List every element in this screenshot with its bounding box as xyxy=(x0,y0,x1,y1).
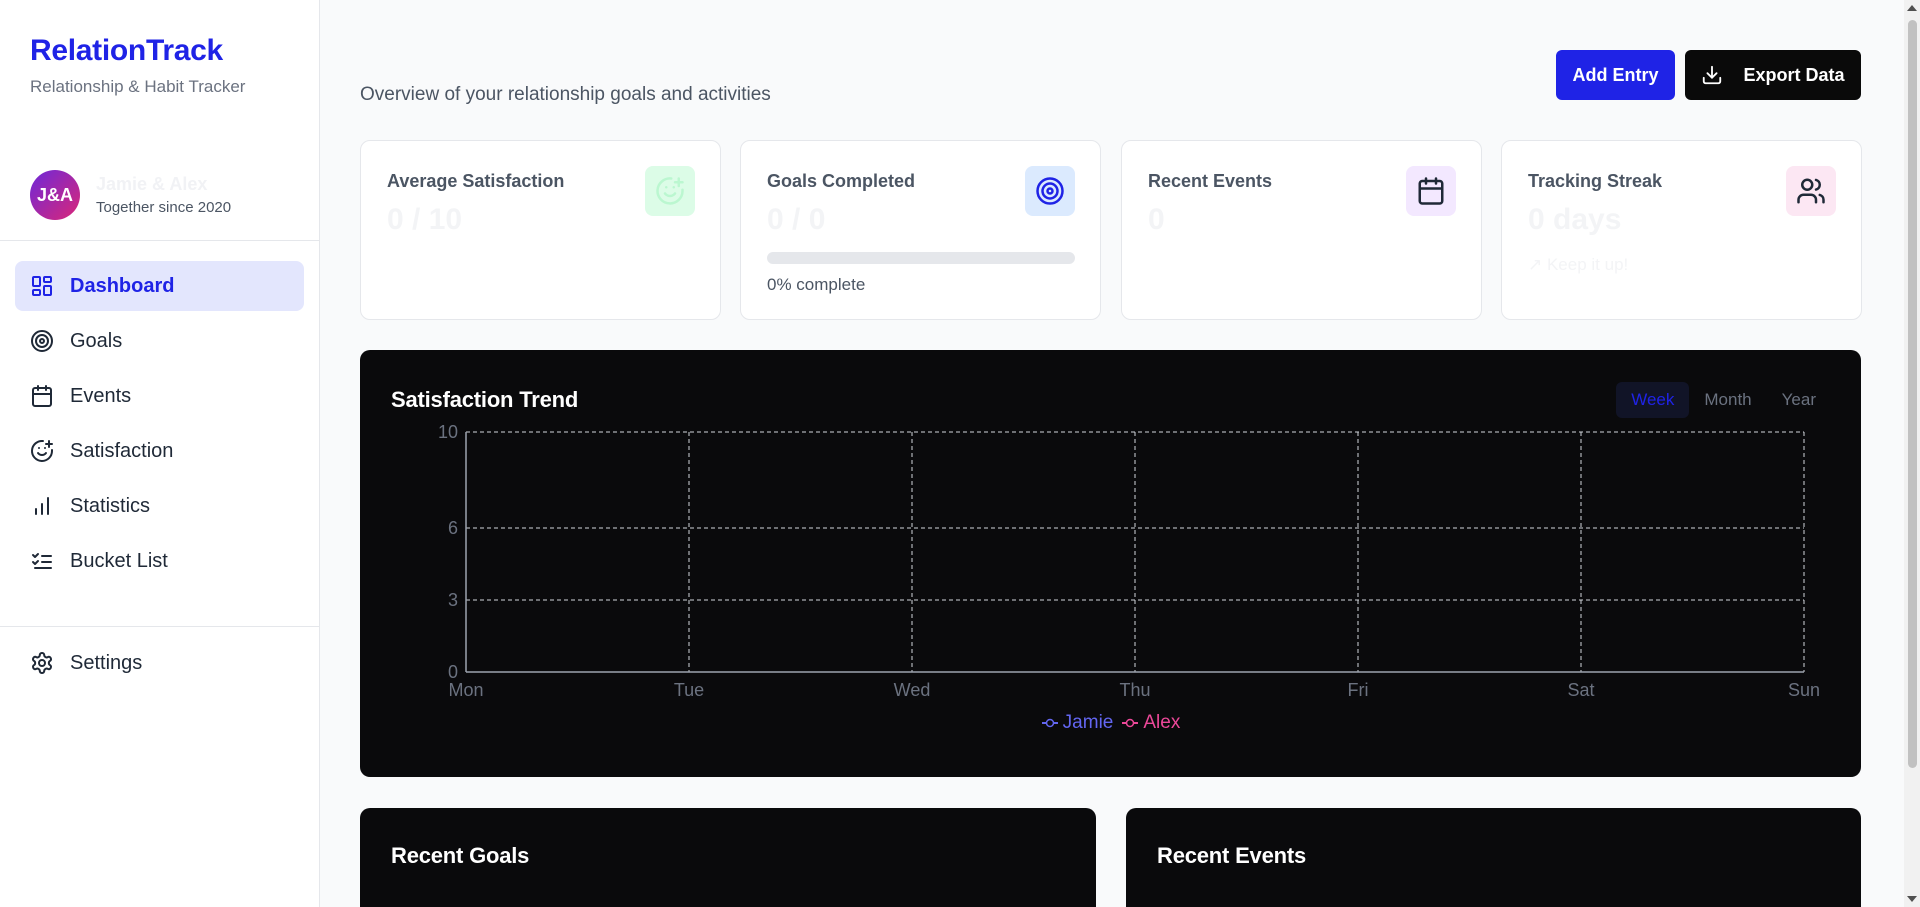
smile-plus-icon xyxy=(31,439,53,462)
gear-icon xyxy=(32,652,52,674)
y-tick-label: 10 xyxy=(438,422,458,442)
card-value: 0 / 10 xyxy=(387,203,463,236)
export-data-label: Export Data xyxy=(1743,64,1845,85)
sidebar-item-bucket-list[interactable]: Bucket List xyxy=(15,536,304,586)
card-icon-box xyxy=(645,166,695,216)
calendar-icon xyxy=(1418,177,1444,205)
profile-names: Jamie & Alex xyxy=(96,174,208,194)
target-icon xyxy=(1036,177,1064,205)
sidebar-item-goals[interactable]: Goals xyxy=(15,316,304,366)
sidebar-item-label: Satisfaction xyxy=(70,439,174,462)
brand: RelationTrack Relationship & Habit Track… xyxy=(30,34,245,97)
smile-plus-icon xyxy=(656,177,684,205)
trend-up-icon: ↗ xyxy=(1528,255,1547,274)
legend-line-icon xyxy=(1041,718,1058,728)
y-tick-label: 6 xyxy=(448,518,458,538)
page-subtitle: Overview of your relationship goals and … xyxy=(360,84,771,105)
panel-title: Recent Events xyxy=(1157,843,1307,868)
scroll-down-arrow-icon[interactable] xyxy=(1907,896,1917,902)
recent-goals-panel: Recent Goals xyxy=(360,808,1096,907)
profile: J&A Jamie & Alex Together since 2020 xyxy=(30,170,231,220)
sidebar-item-label: Dashboard xyxy=(70,274,175,297)
x-tick-label: Sat xyxy=(1567,680,1594,700)
legend-label: Alex xyxy=(1143,712,1181,733)
x-tick-label: Tue xyxy=(674,680,704,700)
dashboard-icon xyxy=(32,276,52,296)
scroll-up-arrow-icon[interactable] xyxy=(1907,5,1917,11)
scrollbar[interactable] xyxy=(1904,0,1920,907)
card-tracking-streak: Tracking Streak 0 days ↗ Keep it up! xyxy=(1501,140,1862,320)
x-tick-label: Fri xyxy=(1348,680,1369,700)
goals-progress-bar xyxy=(767,252,1075,264)
sidebar-item-label: Statistics xyxy=(70,494,151,517)
profile-since: Together since 2020 xyxy=(96,199,232,216)
card-icon-box xyxy=(1786,166,1836,216)
streak-note: ↗ Keep it up! xyxy=(1528,255,1628,275)
card-value: 0 xyxy=(1148,203,1165,236)
target-icon xyxy=(31,330,53,352)
card-value: 0 / 0 xyxy=(767,203,826,236)
sidebar-item-satisfaction[interactable]: Satisfaction xyxy=(15,426,304,476)
sidebar-item-statistics[interactable]: Statistics xyxy=(15,481,304,531)
sidebar-item-label: Goals xyxy=(70,329,123,352)
card-average-satisfaction: Average Satisfaction 0 / 10 xyxy=(360,140,721,320)
sidebar-item-dashboard[interactable]: Dashboard xyxy=(15,261,304,311)
settings-section: Settings xyxy=(15,638,304,693)
users-icon xyxy=(1797,178,1825,204)
x-tick-label: Thu xyxy=(1119,680,1150,700)
scroll-thumb[interactable] xyxy=(1908,20,1917,768)
panel-title: Recent Goals xyxy=(391,843,530,868)
card-title: Average Satisfaction xyxy=(387,171,565,191)
download-icon xyxy=(1703,65,1722,85)
legend-line-icon xyxy=(1122,718,1139,728)
x-tick-label: Mon xyxy=(448,680,483,700)
avatar: J&A xyxy=(30,170,80,220)
streak-note-text: Keep it up! xyxy=(1546,255,1629,274)
goals-progress-text: 0% complete xyxy=(767,275,866,294)
card-title: Recent Events xyxy=(1148,171,1273,191)
satisfaction-trend-panel: Satisfaction Trend Week Month Year 0 3 6 10… xyxy=(360,350,1861,777)
sidebar-divider xyxy=(0,240,320,241)
sidebar-item-label: Bucket List xyxy=(70,549,168,572)
sidebar: RelationTrack Relationship & Habit Track… xyxy=(0,0,320,907)
card-icon-box xyxy=(1406,166,1456,216)
card-recent-events: Recent Events 0 xyxy=(1121,140,1482,320)
checklist-icon xyxy=(32,553,52,569)
recent-events-panel: Recent Events xyxy=(1126,808,1861,907)
export-data-button[interactable]: Export Data xyxy=(1685,50,1861,100)
x-tick-label: Wed xyxy=(894,680,931,700)
legend-item-jamie[interactable]: Jamie xyxy=(1041,712,1114,734)
app-name[interactable]: RelationTrack xyxy=(30,34,245,68)
sidebar-item-label: Settings xyxy=(70,651,143,674)
calendar-icon xyxy=(32,385,52,407)
sidebar-item-settings[interactable]: Settings xyxy=(15,638,304,688)
card-title: Goals Completed xyxy=(767,171,916,191)
card-goals-completed: Goals Completed 0 / 0 0% complete xyxy=(740,140,1101,320)
bar-chart-icon xyxy=(35,497,49,515)
card-value: 0 days xyxy=(1528,203,1622,236)
legend-item-alex[interactable]: Alex xyxy=(1121,712,1180,734)
card-icon-box xyxy=(1025,166,1075,216)
add-entry-button[interactable]: Add Entry xyxy=(1556,50,1675,100)
y-tick-label: 0 xyxy=(448,662,458,682)
legend-label: Jamie xyxy=(1062,712,1114,733)
sidebar-divider xyxy=(0,626,320,627)
app-tagline: Relationship & Habit Tracker xyxy=(30,77,246,96)
card-title: Tracking Streak xyxy=(1528,171,1663,191)
sidebar-nav: Dashboard Goals Events Satisfaction Stat… xyxy=(15,261,304,591)
y-tick-label: 3 xyxy=(448,590,458,610)
sidebar-item-events[interactable]: Events xyxy=(15,371,304,421)
chart-legend: Jamie Alex xyxy=(360,712,1861,734)
x-tick-label: Sun xyxy=(1788,680,1820,700)
sidebar-item-label: Events xyxy=(70,384,132,407)
